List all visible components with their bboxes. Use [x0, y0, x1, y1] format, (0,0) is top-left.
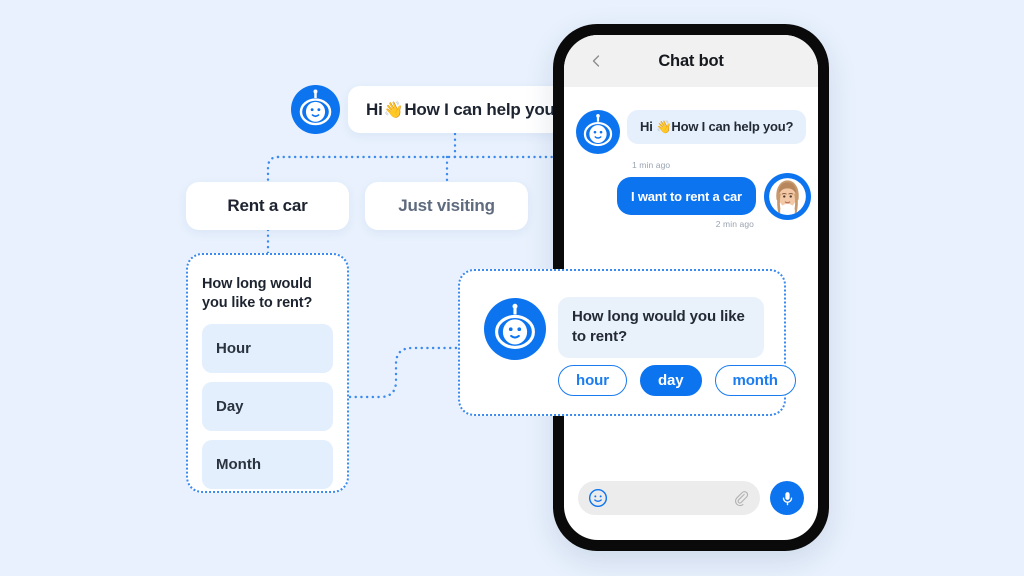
chat-bubble-bot: Hi 👋How I can help you?: [627, 110, 807, 144]
chat-timestamp-bot: 1 min ago: [632, 160, 671, 170]
duration-chip-month[interactable]: month: [714, 365, 796, 396]
rent-duration-option-hour[interactable]: Hour: [202, 324, 333, 374]
chat-header-title: Chat bot: [658, 51, 724, 70]
rent-duration-option-day-label: Day: [216, 398, 244, 416]
chat-message-user: I want to rent a car: [617, 173, 811, 220]
paperclip-icon[interactable]: [733, 490, 750, 507]
chat-bubble-bot-text: How I can help you?: [671, 119, 794, 134]
duration-chip-month-label: month: [732, 372, 778, 389]
chat-message-bot: Hi 👋How I can help you?: [576, 110, 807, 154]
greeting-bubble: Hi 👋 How I can help you?: [348, 86, 586, 133]
chat-bubble-user-text: I want to rent a car: [631, 188, 742, 204]
duration-chip-hour[interactable]: hour: [558, 365, 627, 396]
duration-chip-row: hour day month: [558, 365, 796, 396]
flow-option-rent-a-car[interactable]: Rent a car: [186, 182, 349, 230]
chat-input-bar: [564, 470, 818, 526]
rent-duration-panel: How long would you like to rent? Hour Da…: [186, 253, 349, 493]
smiley-face-icon[interactable]: [588, 488, 608, 508]
flow-option-just-visiting-label: Just visiting: [398, 196, 495, 215]
duration-chip-day-label: day: [657, 372, 684, 389]
chat-bot-icon: [484, 298, 546, 360]
duration-chip-hour-label: hour: [576, 372, 609, 389]
chat-timestamp-user: 2 min ago: [715, 219, 754, 229]
waving-hand-icon: 👋: [383, 101, 404, 119]
chat-bot-icon: [576, 110, 620, 154]
user-avatar: [763, 173, 811, 220]
greeting-text: How I can help you?: [404, 99, 565, 119]
rent-duration-option-hour-label: Hour: [216, 340, 251, 358]
rent-duration-option-month[interactable]: Month: [202, 440, 333, 490]
rent-duration-option-day[interactable]: Day: [202, 382, 333, 432]
chat-bubble-bot-prefix: Hi: [640, 119, 657, 134]
flow-option-just-visiting[interactable]: Just visiting: [365, 182, 528, 230]
chat-bubble-user: I want to rent a car: [617, 177, 756, 215]
rent-duration-panel-title: How long would you like to rent?: [202, 276, 313, 312]
microphone-icon: [782, 491, 792, 505]
greeting-prefix: Hi: [366, 99, 383, 119]
greeting-bubble-text: Hi 👋 How I can help you?: [366, 100, 565, 120]
flow-option-rent-a-car-label: Rent a car: [227, 196, 308, 215]
microphone-button[interactable]: [770, 481, 804, 515]
chat-bot-icon: [291, 85, 340, 134]
chat-header: Chat bot: [564, 35, 818, 87]
chat-input-field[interactable]: [578, 481, 760, 515]
duration-chip-day[interactable]: day: [639, 365, 702, 396]
waving-hand-icon: 👋: [656, 120, 672, 134]
chevron-left-icon[interactable]: [590, 55, 602, 67]
illustration-canvas: Hi 👋 How I can help you? Rent a car Just …: [0, 0, 1024, 576]
bot-answer-card: How long would you like to rent? hour da…: [458, 269, 796, 416]
bot-answer-question: How long would you like to rent?: [558, 297, 764, 358]
rent-duration-option-month-label: Month: [216, 456, 261, 474]
